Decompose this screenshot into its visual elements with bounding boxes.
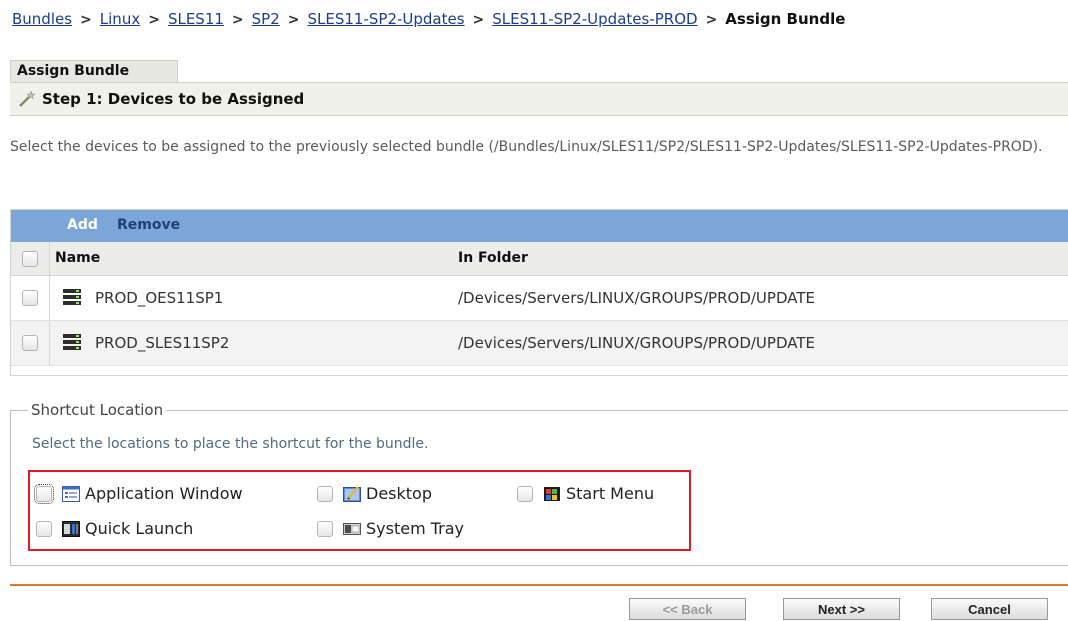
desktop-checkbox[interactable] xyxy=(317,485,333,502)
shortcut-location-legend: Shortcut Location xyxy=(28,401,167,419)
chevron-right-icon: > xyxy=(148,12,160,28)
devices-table: Add Remove Name In Folder PROD_OES11SP1 … xyxy=(10,209,1068,376)
column-header-folder[interactable]: In Folder xyxy=(458,250,528,266)
server-icon xyxy=(63,289,81,305)
row-checkbox[interactable] xyxy=(22,335,38,351)
breadcrumb-link-sles11-sp2-updates[interactable]: SLES11-SP2-Updates xyxy=(308,10,465,28)
device-name[interactable]: PROD_SLES11SP2 xyxy=(95,334,229,352)
wizard-tab-row: Assign Bundle xyxy=(10,60,1068,82)
desktop-icon xyxy=(343,485,361,502)
system-tray-checkbox[interactable] xyxy=(317,520,333,537)
table-header: Name In Folder xyxy=(11,242,1068,276)
start-menu-label: Start Menu xyxy=(566,484,655,503)
option-system-tray[interactable]: System Tray xyxy=(317,519,464,538)
chevron-right-icon: > xyxy=(80,12,92,28)
breadcrumb-link-sles11-sp2-updates-prod[interactable]: SLES11-SP2-Updates-PROD xyxy=(492,10,697,28)
shortcut-location-description: Select the locations to place the shortc… xyxy=(32,436,429,452)
quick-launch-icon xyxy=(62,520,80,537)
start-menu-checkbox[interactable] xyxy=(517,485,533,502)
select-all-checkbox[interactable] xyxy=(22,251,38,267)
server-icon xyxy=(63,334,81,350)
wizard-tab-assign-bundle: Assign Bundle xyxy=(10,60,178,82)
step-title: Step 1: Devices to be Assigned xyxy=(42,90,305,108)
wizard-wand-icon xyxy=(19,91,36,107)
row-checkbox[interactable] xyxy=(22,290,38,306)
application-window-icon xyxy=(62,485,80,502)
step-header: Step 1: Devices to be Assigned xyxy=(10,82,1068,116)
chevron-right-icon: > xyxy=(287,12,300,28)
device-name[interactable]: PROD_OES11SP1 xyxy=(95,289,223,307)
next-button[interactable]: Next >> xyxy=(783,598,900,620)
column-header-name[interactable]: Name xyxy=(55,250,100,266)
back-button[interactable]: << Back xyxy=(629,598,746,620)
breadcrumb: Bundles > Linux > SLES11 > SP2 > SLES11-SP2-Upda… xyxy=(12,10,845,28)
start-menu-icon xyxy=(544,486,560,501)
application-window-label: Application Window xyxy=(85,484,243,503)
add-button[interactable]: Add xyxy=(67,217,98,233)
chevron-right-icon: > xyxy=(231,12,244,28)
chevron-right-icon: > xyxy=(705,12,718,28)
step-description: Select the devices to be assigned to the… xyxy=(10,139,1043,155)
table-toolbar: Add Remove xyxy=(11,210,1068,242)
table-row[interactable]: PROD_SLES11SP2 /Devices/Servers/LINUX/GR… xyxy=(11,321,1068,366)
breadcrumb-current: Assign Bundle xyxy=(725,10,846,28)
option-desktop[interactable]: Desktop xyxy=(317,484,432,503)
option-application-window[interactable]: Application Window xyxy=(34,483,243,504)
system-tray-label: System Tray xyxy=(366,519,465,538)
chevron-right-icon: > xyxy=(472,12,485,28)
breadcrumb-link-bundles[interactable]: Bundles xyxy=(12,10,72,28)
remove-button[interactable]: Remove xyxy=(117,217,180,233)
device-folder: /Devices/Servers/LINUX/GROUPS/PROD/UPDAT… xyxy=(458,289,815,307)
quick-launch-checkbox[interactable] xyxy=(36,520,52,537)
application-window-checkbox[interactable] xyxy=(34,483,54,504)
device-folder: /Devices/Servers/LINUX/GROUPS/PROD/UPDAT… xyxy=(458,334,815,352)
breadcrumb-link-linux[interactable]: Linux xyxy=(100,10,140,28)
highlight-box xyxy=(28,470,691,551)
breadcrumb-link-sp2[interactable]: SP2 xyxy=(252,10,280,28)
table-row[interactable]: PROD_OES11SP1 /Devices/Servers/LINUX/GRO… xyxy=(11,276,1068,321)
footer-divider xyxy=(10,584,1068,586)
option-start-menu[interactable]: Start Menu xyxy=(517,484,654,503)
quick-launch-label: Quick Launch xyxy=(85,519,194,538)
desktop-label: Desktop xyxy=(366,484,432,503)
breadcrumb-link-sles11[interactable]: SLES11 xyxy=(168,10,224,28)
cancel-button[interactable]: Cancel xyxy=(931,598,1048,620)
system-tray-icon xyxy=(343,522,361,535)
option-quick-launch[interactable]: Quick Launch xyxy=(36,519,193,538)
